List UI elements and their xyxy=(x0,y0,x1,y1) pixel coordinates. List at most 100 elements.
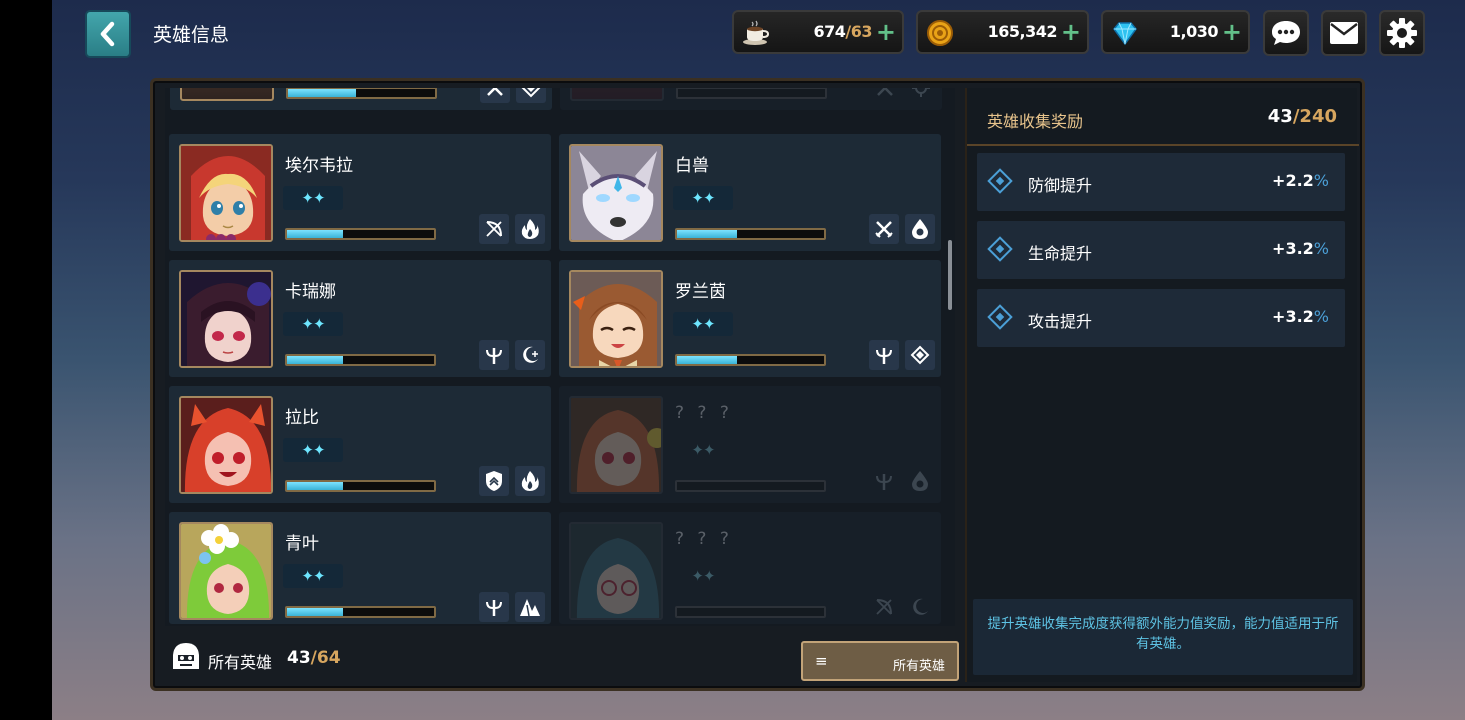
hero-progress-bar xyxy=(285,480,436,492)
filter-button-label: 所有英雄 xyxy=(892,659,945,674)
blue-gem-icon xyxy=(1111,19,1139,47)
hero-progress-fill xyxy=(288,89,356,97)
hero-progress-bar xyxy=(286,88,437,99)
hero-portrait xyxy=(180,88,274,101)
moon-icon xyxy=(905,592,935,622)
hero-card-qingye[interactable]: 青叶 ✦✦ xyxy=(169,512,551,624)
hero-card[interactable] xyxy=(170,88,552,110)
collection-bonus-header: 英雄收集奖励 43/240 xyxy=(967,88,1359,146)
gold-counter[interactable]: 165,342 + xyxy=(916,10,1089,54)
game-screen: 英雄信息 674/63 + 165,342 + 1,030 + 埃尔韦拉 ✦✦ … xyxy=(52,0,1465,720)
staff-icon xyxy=(869,340,899,370)
hero-list-scrollbar[interactable] xyxy=(948,240,952,310)
hero-name: 罗兰茵 xyxy=(675,282,726,302)
hero-card-rabi[interactable]: 拉比 ✦✦ xyxy=(169,386,551,503)
hero-progress-fill xyxy=(677,356,738,364)
crossed-swords-icon xyxy=(480,88,510,103)
crossed-swords-icon xyxy=(870,88,900,103)
hero-progress-fill xyxy=(287,230,343,238)
bonus-label: 攻击提升 xyxy=(1028,312,1093,331)
bonus-label: 生命提升 xyxy=(1028,244,1093,263)
mail-button[interactable] xyxy=(1321,10,1367,56)
hero-card-roland[interactable]: 罗兰茵 ✦✦ xyxy=(559,260,941,377)
sun-gear-icon xyxy=(906,88,936,103)
menu-icon: ≡ xyxy=(815,652,828,670)
hero-progress-bar xyxy=(285,606,436,618)
staff-icon xyxy=(869,466,899,496)
gold-value: 165,342 xyxy=(987,22,1058,41)
stamina-counter[interactable]: 674/63 + xyxy=(732,10,904,54)
crossed-swords-icon xyxy=(869,214,899,244)
bonus-row-defense: 防御提升 +2.2% xyxy=(977,153,1345,211)
hero-card-white-beast[interactable]: 白兽 ✦✦ xyxy=(559,134,941,251)
hero-name: 白兽 xyxy=(675,156,709,176)
moon-icon xyxy=(515,340,545,370)
hero-name: ? ? ? xyxy=(675,529,733,549)
hero-progress-bar xyxy=(676,88,827,99)
bonus-value: +2.2% xyxy=(1272,171,1329,190)
hero-progress-bar xyxy=(675,354,826,366)
hero-portrait xyxy=(569,144,663,242)
add-gold-button[interactable]: + xyxy=(1061,19,1081,45)
fire-icon xyxy=(515,466,545,496)
hero-star-rating: ✦✦ xyxy=(673,186,733,210)
hero-helmet-icon xyxy=(170,641,202,673)
staff-icon xyxy=(479,340,509,370)
hero-card-karina[interactable]: 卡瑞娜 ✦✦ xyxy=(169,260,551,377)
hero-progress-bar xyxy=(675,480,826,492)
hero-star-rating: ✦✦ xyxy=(283,438,343,462)
chevron-left-icon xyxy=(100,21,115,47)
page-title: 英雄信息 xyxy=(153,24,230,46)
back-button[interactable] xyxy=(85,10,131,58)
hero-card-locked[interactable]: ? ? ? ✦✦ xyxy=(559,512,941,624)
hero-name: ? ? ? xyxy=(675,403,733,423)
hero-star-rating: ✦✦ xyxy=(283,564,343,588)
hero-name: 青叶 xyxy=(285,534,319,554)
bow-icon xyxy=(869,592,899,622)
mountain-icon xyxy=(515,592,545,622)
hero-star-rating: ✦✦ xyxy=(673,312,733,336)
all-heroes-count: 43/64 xyxy=(287,648,341,668)
chat-button[interactable] xyxy=(1263,10,1309,56)
collection-bonus-note: 提升英雄收集完成度获得额外能力值奖励，能力值适用于所有英雄。 xyxy=(973,599,1353,675)
collection-bonus-panel: 英雄收集奖励 43/240 防御提升 +2.2% 生命提升 +3.2% 攻击提升… xyxy=(965,88,1359,682)
hero-progress-bar xyxy=(285,228,436,240)
bonus-row-health: 生命提升 +3.2% xyxy=(977,221,1345,279)
hero-progress-fill xyxy=(287,482,343,490)
hero-star-rating: ✦✦ xyxy=(283,312,343,336)
collection-bonus-title: 英雄收集奖励 xyxy=(987,112,1084,131)
add-gem-button[interactable]: + xyxy=(1222,19,1242,45)
hero-portrait xyxy=(179,270,273,368)
hero-portrait xyxy=(569,270,663,368)
hero-card-elvira[interactable]: 埃尔韦拉 ✦✦ xyxy=(169,134,551,251)
bonus-value: +3.2% xyxy=(1272,307,1329,326)
collection-bonus-count: 43/240 xyxy=(1267,106,1337,127)
mail-icon xyxy=(1330,22,1358,44)
add-stamina-button[interactable]: + xyxy=(876,19,896,45)
settings-button[interactable] xyxy=(1379,10,1425,56)
bonus-label: 防御提升 xyxy=(1028,176,1093,195)
hero-progress-bar xyxy=(285,354,436,366)
hero-progress-bar xyxy=(675,606,826,618)
hero-star-rating: ✦✦ xyxy=(283,186,343,210)
hero-portrait xyxy=(179,522,273,620)
hero-progress-fill xyxy=(287,356,343,364)
hero-card-locked[interactable] xyxy=(560,88,942,110)
hero-portrait xyxy=(569,522,663,620)
gem-value: 1,030 xyxy=(1169,22,1219,41)
chat-icon xyxy=(1272,21,1300,45)
hero-portrait xyxy=(179,144,273,242)
water-drop-icon xyxy=(905,466,935,496)
gem-counter[interactable]: 1,030 + xyxy=(1101,10,1250,54)
hero-star-rating: ✦✦ xyxy=(691,567,715,585)
diamond-bullet-icon xyxy=(987,304,1013,330)
bow-icon xyxy=(479,214,509,244)
hero-progress-fill xyxy=(287,608,343,616)
hero-star-rating: ✦✦ xyxy=(691,441,715,459)
diamond-rune-icon xyxy=(905,340,935,370)
diamond-bullet-icon xyxy=(987,168,1013,194)
hero-filter-button[interactable]: ≡ 所有英雄 xyxy=(801,641,959,681)
hero-card-locked[interactable]: ? ? ? ✦✦ xyxy=(559,386,941,503)
hero-name: 卡瑞娜 xyxy=(285,282,336,302)
bonus-value: +3.2% xyxy=(1272,239,1329,258)
